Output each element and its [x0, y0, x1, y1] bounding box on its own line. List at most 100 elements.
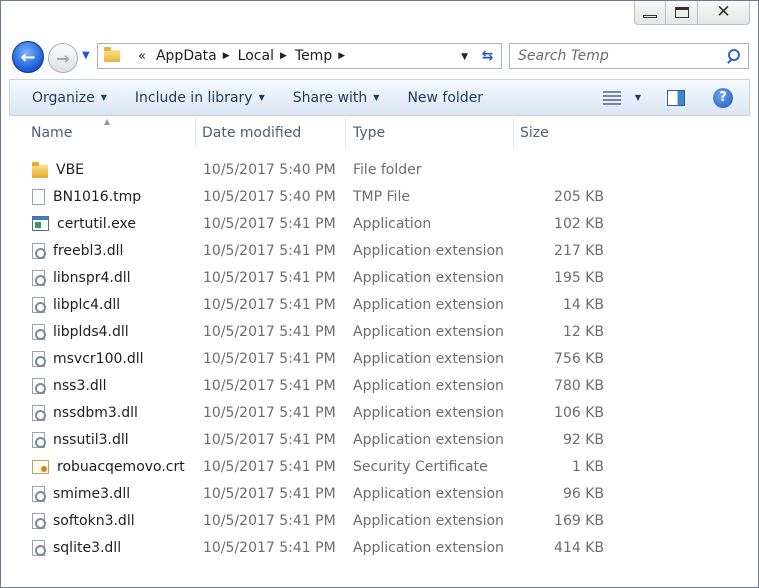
file-row[interactable]: certutil.exe 10/5/2017 5:41 PM Application…	[9, 210, 750, 237]
dll-file-icon	[32, 296, 46, 313]
column-header-label: Size	[520, 125, 549, 141]
breadcrumb-temp[interactable]: Temp ▶	[295, 48, 353, 64]
forward-button[interactable]: →	[48, 43, 78, 73]
file-name: freebl3.dll	[53, 242, 124, 259]
file-row[interactable]: nssdbm3.dll 10/5/2017 5:41 PM Application …	[9, 399, 750, 426]
file-name-cell: softokn3.dll	[9, 512, 196, 529]
file-size: 780 KB	[554, 377, 604, 394]
file-size: 205 KB	[554, 188, 604, 205]
organize-label: Organize	[32, 89, 95, 106]
column-header-name[interactable]: ▲ Name	[9, 117, 196, 148]
column-header-date-modified[interactable]: Date modified	[196, 118, 346, 148]
search-input[interactable]: Search Temp	[518, 48, 726, 64]
file-date-modified: 10/5/2017 5:41 PM	[203, 458, 336, 475]
file-date-modified: 10/5/2017 5:40 PM	[203, 188, 336, 205]
file-date-modified: 10/5/2017 5:41 PM	[203, 242, 336, 259]
share-with-button[interactable]: Share with ▼	[279, 80, 394, 115]
back-button[interactable]: ←	[12, 41, 44, 73]
change-view-icon[interactable]	[602, 90, 621, 105]
sort-ascending-icon: ▲	[104, 117, 111, 126]
file-row[interactable]: freebl3.dll 10/5/2017 5:41 PM Application …	[9, 237, 750, 264]
file-row[interactable]: BN1016.tmp 10/5/2017 5:40 PM TMP File 205 K…	[9, 183, 750, 210]
file-name-cell: smime3.dll	[9, 485, 196, 502]
file-type: Application extension	[353, 296, 504, 313]
breadcrumb-appdata[interactable]: AppData ▶	[156, 48, 238, 64]
maximize-button[interactable]	[666, 1, 698, 25]
file-row[interactable]: nssutil3.dll 10/5/2017 5:41 PM Application…	[9, 426, 750, 453]
file-date-modified: 10/5/2017 5:41 PM	[203, 323, 336, 340]
file-date-modified: 10/5/2017 5:41 PM	[203, 539, 336, 556]
breadcrumb-local[interactable]: Local ▶	[238, 48, 295, 64]
file-type: Application extension	[353, 350, 504, 367]
file-name-cell: nss3.dll	[9, 377, 196, 394]
include-in-library-button[interactable]: Include in library ▼	[121, 80, 279, 115]
file-date-modified: 10/5/2017 5:40 PM	[203, 161, 336, 178]
address-bar[interactable]: « AppData ▶ Local ▶ Temp ▶ ▼	[97, 43, 475, 69]
file-row[interactable]: VBE 10/5/2017 5:40 PM File folder	[9, 156, 750, 183]
file-name: libplc4.dll	[53, 296, 121, 313]
refresh-icon: ⇆	[481, 48, 494, 64]
file-size: 96 KB	[562, 485, 604, 502]
file-row[interactable]: nss3.dll 10/5/2017 5:41 PM Application ext…	[9, 372, 750, 399]
file-date-modified: 10/5/2017 5:41 PM	[203, 215, 336, 232]
recent-pages-dropdown[interactable]: ▼	[82, 50, 90, 61]
file-name: msvcr100.dll	[53, 350, 144, 367]
file-date-modified: 10/5/2017 5:41 PM	[203, 431, 336, 448]
breadcrumb-label: AppData	[155, 48, 217, 64]
refresh-button[interactable]: ⇆	[474, 43, 502, 69]
file-name: softokn3.dll	[53, 512, 135, 529]
file-row[interactable]: smime3.dll 10/5/2017 5:41 PM Application e…	[9, 480, 750, 507]
file-size: 756 KB	[554, 350, 604, 367]
dll-file-icon	[32, 350, 46, 367]
file-row[interactable]: libplds4.dll 10/5/2017 5:41 PM Application…	[9, 318, 750, 345]
file-size: 92 KB	[562, 431, 604, 448]
file-size: 14 KB	[562, 296, 604, 313]
file-name: nssdbm3.dll	[53, 404, 138, 421]
file-size: 102 KB	[554, 215, 604, 232]
breadcrumb-arrow-icon[interactable]: ▶	[223, 51, 230, 61]
file-row[interactable]: msvcr100.dll 10/5/2017 5:41 PM Application…	[9, 345, 750, 372]
minimize-icon	[643, 15, 657, 18]
file-name-cell: nssdbm3.dll	[9, 404, 196, 421]
file-name: smime3.dll	[53, 485, 131, 502]
file-type: Application extension	[353, 485, 504, 502]
file-name: robuacqemovo.crt	[57, 458, 185, 475]
view-options-dropdown[interactable]: ▼	[635, 93, 641, 102]
close-button[interactable]: ✕	[698, 1, 750, 25]
file-row[interactable]: libnspr4.dll 10/5/2017 5:41 PM Application…	[9, 264, 750, 291]
breadcrumb-arrow-icon[interactable]: ▶	[338, 51, 345, 61]
chevron-down-icon: ▼	[258, 93, 265, 102]
file-name-cell: libplc4.dll	[9, 296, 196, 313]
file-type: TMP File	[353, 188, 410, 205]
file-name: VBE	[56, 161, 85, 178]
file-row[interactable]: libplc4.dll 10/5/2017 5:41 PM Application …	[9, 291, 750, 318]
file-type: Application extension	[353, 323, 504, 340]
file-type: Application extension	[353, 512, 504, 529]
search-box[interactable]: Search Temp	[509, 43, 749, 69]
file-name: certutil.exe	[57, 215, 136, 232]
command-bar: Organize ▼ Include in library ▼ Share wi…	[9, 79, 750, 116]
file-size: 414 KB	[554, 539, 604, 556]
file-name-cell: libnspr4.dll	[9, 269, 196, 286]
breadcrumb-arrow-icon[interactable]: ▶	[280, 51, 287, 61]
maximize-icon	[674, 7, 689, 18]
address-history-dropdown[interactable]: ▼	[461, 52, 468, 62]
file-size: 106 KB	[554, 404, 604, 421]
include-in-library-label: Include in library	[134, 89, 253, 106]
breadcrumb-overflow[interactable]: «	[138, 49, 146, 64]
preview-pane-icon[interactable]	[667, 89, 685, 106]
file-row[interactable]: robuacqemovo.crt 10/5/2017 5:41 PM Securit…	[9, 453, 750, 480]
organize-button[interactable]: Organize ▼	[18, 80, 121, 115]
help-icon[interactable]: ?	[713, 87, 733, 108]
file-name-cell: certutil.exe	[9, 216, 196, 232]
minimize-button[interactable]	[634, 1, 666, 25]
file-row[interactable]: sqlite3.dll 10/5/2017 5:41 PM Application …	[9, 534, 750, 561]
search-icon[interactable]	[726, 49, 740, 63]
file-type: Application	[353, 215, 432, 232]
file-icon	[32, 188, 45, 205]
column-header-label: Name	[31, 125, 73, 141]
file-row[interactable]: softokn3.dll 10/5/2017 5:41 PM Application…	[9, 507, 750, 534]
column-header-size[interactable]: Size	[514, 118, 604, 148]
new-folder-button[interactable]: New folder	[393, 80, 497, 115]
column-header-type[interactable]: Type	[346, 118, 514, 148]
